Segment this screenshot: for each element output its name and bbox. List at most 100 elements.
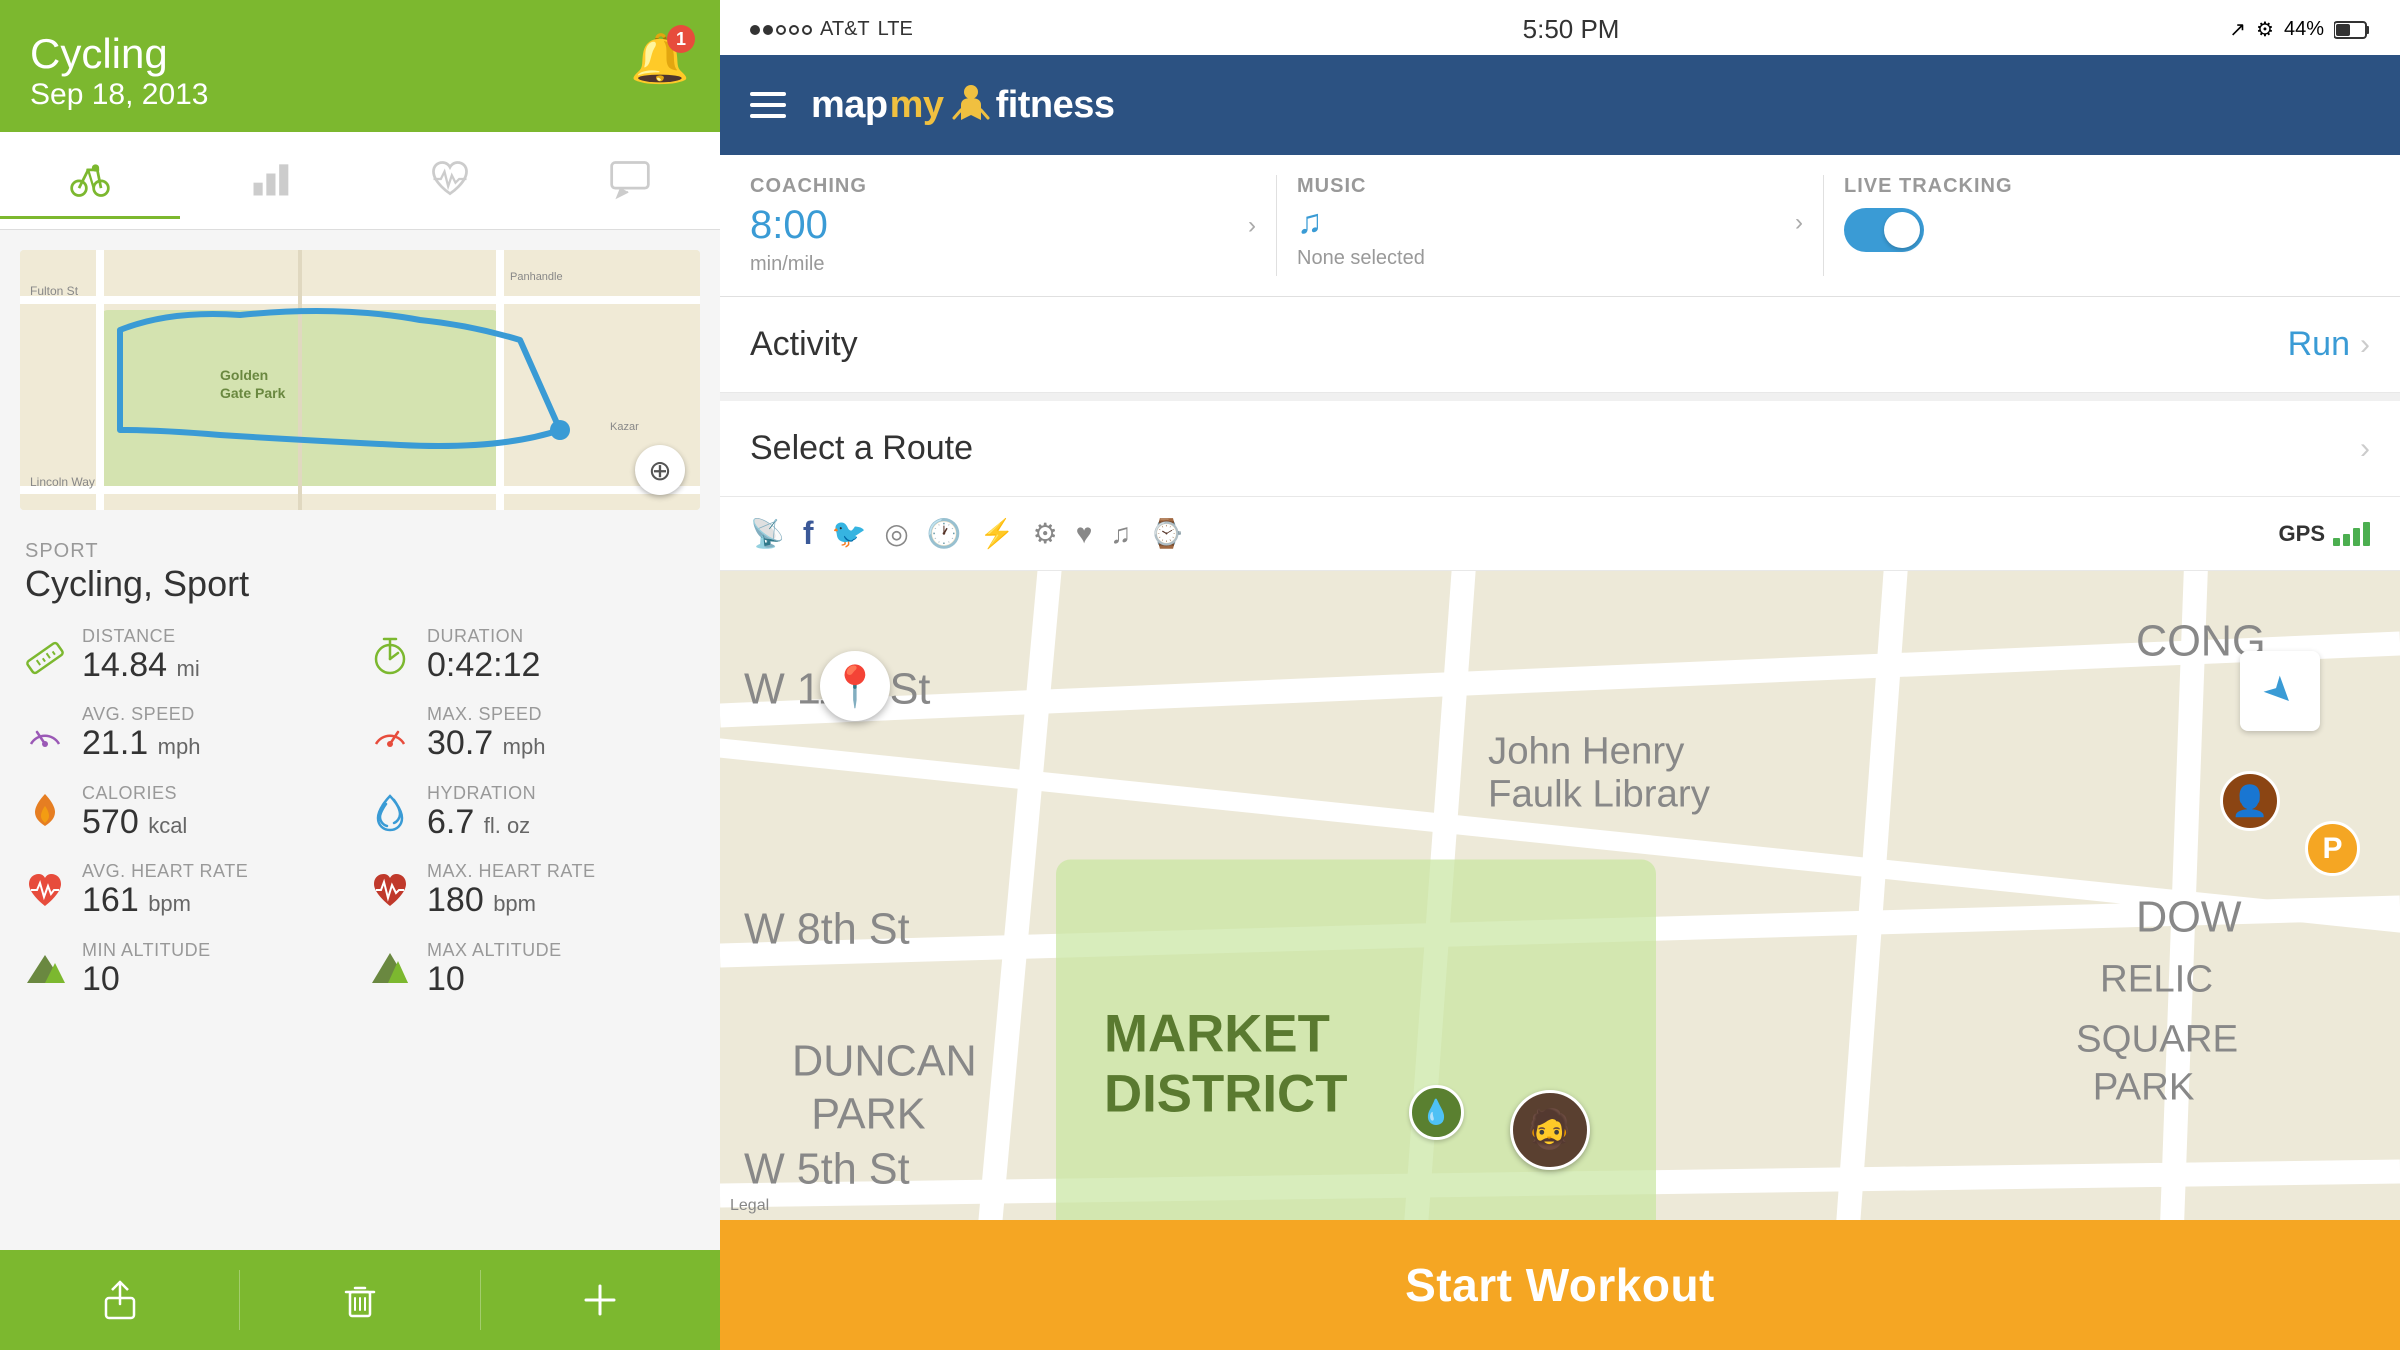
avg-speed-text: AVG. SPEED 21.1 mph: [82, 704, 200, 762]
min-alt-text: MIN ALTITUDE 10: [82, 940, 211, 998]
svg-text:Faulk Library: Faulk Library: [1488, 773, 1711, 816]
gps-bars: [2333, 522, 2370, 546]
svg-text:DISTRICT: DISTRICT: [1104, 1065, 1347, 1124]
tab-chat[interactable]: [540, 142, 720, 219]
gear-icon[interactable]: ⚙: [1033, 517, 1058, 550]
flame-icon: [20, 787, 70, 837]
live-tracking-toggle[interactable]: [1844, 208, 1924, 252]
max-speed-text: MAX. SPEED 30.7 mph: [427, 704, 545, 762]
water-drop-icon: 💧: [1421, 1098, 1451, 1127]
twitter-icon[interactable]: 🐦: [832, 517, 867, 550]
music-setting[interactable]: MUSIC ♫ › None selected: [1277, 175, 1824, 276]
trash-icon: [338, 1278, 382, 1322]
route-row[interactable]: Select a Route ›: [720, 401, 2400, 497]
watch-icon[interactable]: ⌚: [1149, 517, 1184, 550]
battery-percent: 44%: [2284, 18, 2324, 41]
hamburger-button[interactable]: [750, 92, 786, 118]
min-alt-value: 10: [82, 961, 211, 998]
stats-wrapper: DISTANCE 14.84 mi DURATION: [0, 610, 720, 1250]
left-tabs: [0, 132, 720, 230]
workout-map: Golden Gate Park Fulton St Lincoln Way P…: [20, 250, 700, 510]
carrier-name: AT&T: [820, 18, 870, 41]
battery-icon: [2334, 20, 2370, 40]
share-button[interactable]: [0, 1250, 239, 1350]
water-icon: [365, 787, 415, 837]
left-panel: Cycling Sep 18, 2013 🔔 1: [0, 0, 720, 1350]
header-title-group: Cycling Sep 18, 2013: [30, 30, 209, 112]
navigation-button[interactable]: ➤: [2240, 651, 2320, 731]
target-icon[interactable]: ◎: [884, 517, 908, 550]
location-pin[interactable]: 📍: [820, 651, 890, 721]
stat-calories: CALORIES 570 kcal: [20, 777, 355, 847]
hydration-value: 6.7 fl. oz: [427, 804, 536, 841]
person-icon: 👤: [2231, 784, 2268, 819]
avg-speed-value: 21.1 mph: [82, 725, 200, 762]
gps-indicator: GPS: [2279, 521, 2370, 547]
svg-text:DUNCAN: DUNCAN: [792, 1038, 977, 1086]
avg-hr-value: 161 bpm: [82, 882, 248, 919]
legal-text: Legal: [730, 1197, 769, 1215]
add-button[interactable]: [481, 1250, 720, 1350]
podcast-icon[interactable]: 📡: [750, 517, 785, 550]
avg-hr-text: AVG. HEART RATE 161 bpm: [82, 861, 248, 919]
signal-dot-2: [763, 25, 773, 35]
svg-text:Golden: Golden: [220, 367, 268, 383]
plus-icon: [578, 1278, 622, 1322]
tab-stats[interactable]: [180, 142, 360, 219]
gps-label: GPS: [2279, 521, 2325, 547]
pin-bubble: 📍: [820, 651, 890, 721]
beard-person-icon: 🧔: [1526, 1108, 1573, 1152]
live-tracking-setting[interactable]: LIVE TRACKING: [1824, 175, 2370, 276]
activity-value: Run: [2288, 325, 2350, 364]
route-label: Select a Route: [750, 429, 2360, 468]
notification-bell[interactable]: 🔔 1: [630, 30, 690, 90]
hydration-label: HYDRATION: [427, 783, 536, 804]
distance-value: 14.84 mi: [82, 647, 200, 684]
start-workout-button[interactable]: Start Workout: [720, 1220, 2400, 1350]
stopwatch-icon: [365, 630, 415, 680]
status-time: 5:50 PM: [1523, 14, 1620, 45]
map-area: W 12th St W 11th St W 8th St W 5th St MA…: [720, 571, 2400, 1220]
svg-text:Fulton St: Fulton St: [30, 284, 79, 298]
ruler-icon: [20, 630, 70, 680]
mountain-max-icon: [365, 944, 415, 994]
distance-label: DISTANCE: [82, 626, 200, 647]
social-row: 📡 f 🐦 ◎ 🕐 ⚡ ⚙ ♥ ♫ ⌚ GPS: [720, 497, 2400, 571]
parking-icon: P: [2305, 821, 2360, 876]
heart-social-icon[interactable]: ♥: [1076, 518, 1093, 550]
logo-person-icon: my: [890, 84, 944, 127]
delete-button[interactable]: [240, 1250, 479, 1350]
tab-health[interactable]: [360, 142, 540, 219]
small-avatar-water: 💧: [1409, 1085, 1464, 1140]
music-chevron: ›: [1795, 209, 1803, 237]
coaching-setting[interactable]: COACHING 8:00 › min/mile: [750, 175, 1277, 276]
bluetooth-icon: ⚙: [2256, 17, 2274, 42]
speedometer-max-icon: [365, 709, 415, 759]
parking-p: P: [2322, 832, 2342, 866]
stat-max-speed: MAX. SPEED 30.7 mph: [365, 698, 700, 768]
facebook-icon[interactable]: f: [803, 515, 814, 552]
activity-row[interactable]: Activity Run ›: [720, 297, 2400, 393]
svg-text:Kazar: Kazar: [610, 421, 639, 433]
sport-value: Cycling, Sport: [25, 563, 695, 605]
user-circle-brown: 👤: [2220, 771, 2280, 831]
tab-bike[interactable]: [0, 142, 180, 219]
clock-icon[interactable]: 🕐: [927, 517, 962, 550]
toggle-container: [1844, 208, 2350, 252]
max-speed-label: MAX. SPEED: [427, 704, 545, 725]
status-left: AT&T LTE: [750, 18, 913, 41]
bolt-icon[interactable]: ⚡: [980, 517, 1015, 550]
left-header: Cycling Sep 18, 2013 🔔 1: [0, 0, 720, 132]
hamburger-line-3: [750, 114, 786, 118]
calories-text: CALORIES 570 kcal: [82, 783, 187, 841]
sport-label: SPORT: [25, 540, 695, 563]
stat-hydration: HYDRATION 6.7 fl. oz: [365, 777, 700, 847]
coaching-value-row: 8:00 ›: [750, 203, 1256, 248]
music-none-text: None selected: [1297, 247, 1803, 270]
stat-avg-speed: AVG. SPEED 21.1 mph: [20, 698, 355, 768]
zoom-button[interactable]: ⊕: [635, 445, 685, 495]
music-social-icon[interactable]: ♫: [1110, 518, 1131, 550]
coaching-chevron: ›: [1248, 212, 1256, 240]
signal-indicator: [750, 25, 812, 35]
max-alt-text: MAX ALTITUDE 10: [427, 940, 562, 998]
